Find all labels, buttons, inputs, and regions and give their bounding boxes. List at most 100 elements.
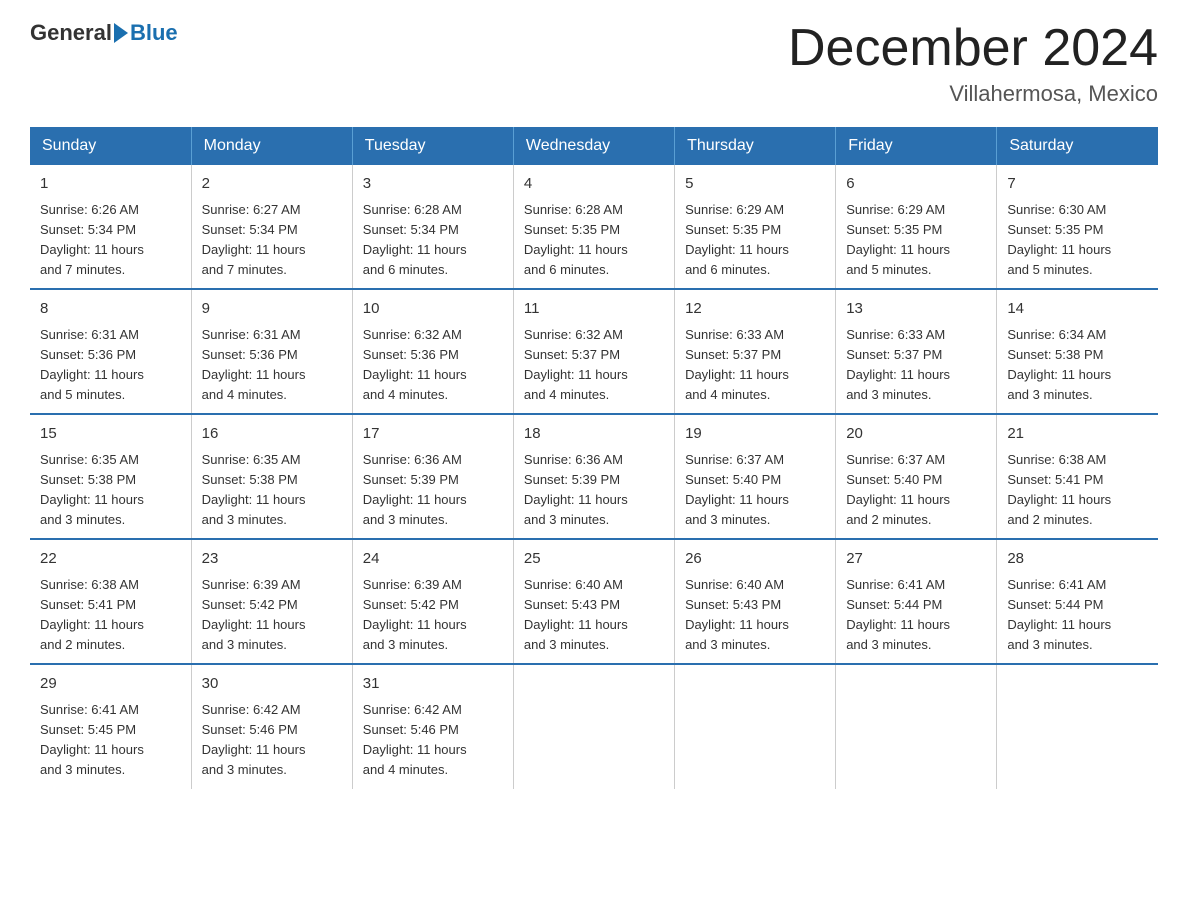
calendar-cell: 1 Sunrise: 6:26 AMSunset: 5:34 PMDaylight… — [30, 165, 191, 289]
week-row-3: 15Sunrise: 6:35 AMSunset: 5:38 PMDayligh… — [30, 414, 1158, 539]
calendar-cell: 28 Sunrise: 6:41 AMSunset: 5:44 PMDayligh… — [997, 539, 1158, 664]
day-number: 2 — [202, 173, 342, 196]
day-info: Sunrise: 6:35 AMSunset: 5:38 PMDaylight:… — [40, 450, 181, 531]
day-info: Sunrise: 6:33 AMSunset: 5:37 PMDaylight:… — [846, 325, 986, 406]
calendar-cell: 27 Sunrise: 6:41 AMSunset: 5:44 PMDayligh… — [836, 539, 997, 664]
calendar-body: 1 Sunrise: 6:26 AMSunset: 5:34 PMDaylight… — [30, 165, 1158, 788]
day-info: Sunrise: 6:29 AMSunset: 5:35 PMDaylight:… — [846, 200, 986, 281]
header-thursday: Thursday — [675, 127, 836, 165]
header-saturday: Saturday — [997, 127, 1158, 165]
header-row: SundayMondayTuesdayWednesdayThursdayFrid… — [30, 127, 1158, 165]
calendar-header: SundayMondayTuesdayWednesdayThursdayFrid… — [30, 127, 1158, 165]
week-row-2: 8Sunrise: 6:31 AMSunset: 5:36 PMDaylight… — [30, 289, 1158, 414]
calendar-cell: 12 Sunrise: 6:33 AMSunset: 5:37 PMDayligh… — [675, 289, 836, 414]
header-friday: Friday — [836, 127, 997, 165]
calendar-cell: 10 Sunrise: 6:32 AMSunset: 5:36 PMDayligh… — [352, 289, 513, 414]
calendar-cell: 16Sunrise: 6:35 AMSunset: 5:38 PMDayligh… — [191, 414, 352, 539]
calendar-cell: 26 Sunrise: 6:40 AMSunset: 5:43 PMDayligh… — [675, 539, 836, 664]
calendar-cell: 22 Sunrise: 6:38 AMSunset: 5:41 PMDayligh… — [30, 539, 191, 664]
day-info: Sunrise: 6:28 AMSunset: 5:34 PMDaylight:… — [363, 200, 503, 281]
day-number: 26 — [685, 548, 825, 571]
day-info: Sunrise: 6:33 AMSunset: 5:37 PMDaylight:… — [685, 325, 825, 406]
page-header: General Blue December 2024 Villahermosa,… — [30, 20, 1158, 107]
day-number: 12 — [685, 298, 825, 321]
month-title: December 2024 — [788, 20, 1158, 77]
day-info: Sunrise: 6:37 AMSunset: 5:40 PMDaylight:… — [685, 450, 825, 531]
day-number: 23 — [202, 548, 342, 571]
calendar-cell — [513, 664, 674, 788]
day-info: Sunrise: 6:30 AMSunset: 5:35 PMDaylight:… — [1007, 200, 1148, 281]
week-row-5: 29 Sunrise: 6:41 AMSunset: 5:45 PMDayligh… — [30, 664, 1158, 788]
day-number: 7 — [1007, 173, 1148, 196]
day-number: 22 — [40, 548, 181, 571]
day-info: Sunrise: 6:38 AMSunset: 5:41 PMDaylight:… — [1007, 450, 1148, 531]
day-number: 10 — [363, 298, 503, 321]
day-info: Sunrise: 6:38 AMSunset: 5:41 PMDaylight:… — [40, 575, 181, 656]
calendar-cell — [997, 664, 1158, 788]
day-number: 1 — [40, 173, 181, 196]
day-number: 18 — [524, 423, 664, 446]
day-number: 29 — [40, 673, 181, 696]
location: Villahermosa, Mexico — [788, 81, 1158, 107]
day-number: 20 — [846, 423, 986, 446]
day-number: 28 — [1007, 548, 1148, 571]
calendar-cell: 30 Sunrise: 6:42 AMSunset: 5:46 PMDayligh… — [191, 664, 352, 788]
day-number: 13 — [846, 298, 986, 321]
calendar-cell: 23Sunrise: 6:39 AMSunset: 5:42 PMDayligh… — [191, 539, 352, 664]
calendar-cell — [675, 664, 836, 788]
calendar-cell: 29 Sunrise: 6:41 AMSunset: 5:45 PMDayligh… — [30, 664, 191, 788]
calendar-cell: 20 Sunrise: 6:37 AMSunset: 5:40 PMDayligh… — [836, 414, 997, 539]
day-info: Sunrise: 6:41 AMSunset: 5:45 PMDaylight:… — [40, 700, 181, 781]
calendar-cell: 18 Sunrise: 6:36 AMSunset: 5:39 PMDayligh… — [513, 414, 674, 539]
calendar-cell: 15Sunrise: 6:35 AMSunset: 5:38 PMDayligh… — [30, 414, 191, 539]
day-number: 27 — [846, 548, 986, 571]
day-number: 21 — [1007, 423, 1148, 446]
header-wednesday: Wednesday — [513, 127, 674, 165]
day-info: Sunrise: 6:32 AMSunset: 5:36 PMDaylight:… — [363, 325, 503, 406]
day-info: Sunrise: 6:41 AMSunset: 5:44 PMDaylight:… — [1007, 575, 1148, 656]
calendar-cell: 6 Sunrise: 6:29 AMSunset: 5:35 PMDaylight… — [836, 165, 997, 289]
day-info: Sunrise: 6:27 AMSunset: 5:34 PMDaylight:… — [202, 200, 342, 281]
day-number: 19 — [685, 423, 825, 446]
header-tuesday: Tuesday — [352, 127, 513, 165]
calendar-cell: 25Sunrise: 6:40 AMSunset: 5:43 PMDayligh… — [513, 539, 674, 664]
calendar-cell: 5Sunrise: 6:29 AMSunset: 5:35 PMDaylight… — [675, 165, 836, 289]
day-info: Sunrise: 6:35 AMSunset: 5:38 PMDaylight:… — [202, 450, 342, 531]
day-number: 24 — [363, 548, 503, 571]
week-row-4: 22 Sunrise: 6:38 AMSunset: 5:41 PMDayligh… — [30, 539, 1158, 664]
title-section: December 2024 Villahermosa, Mexico — [788, 20, 1158, 107]
calendar-cell: 14Sunrise: 6:34 AMSunset: 5:38 PMDayligh… — [997, 289, 1158, 414]
day-number: 3 — [363, 173, 503, 196]
calendar-cell: 21 Sunrise: 6:38 AMSunset: 5:41 PMDayligh… — [997, 414, 1158, 539]
calendar-cell: 4 Sunrise: 6:28 AMSunset: 5:35 PMDaylight… — [513, 165, 674, 289]
day-info: Sunrise: 6:34 AMSunset: 5:38 PMDaylight:… — [1007, 325, 1148, 406]
day-number: 17 — [363, 423, 503, 446]
day-number: 11 — [524, 298, 664, 321]
calendar-cell: 13 Sunrise: 6:33 AMSunset: 5:37 PMDayligh… — [836, 289, 997, 414]
header-monday: Monday — [191, 127, 352, 165]
day-info: Sunrise: 6:42 AMSunset: 5:46 PMDaylight:… — [202, 700, 342, 781]
logo-arrow-icon — [114, 23, 128, 43]
calendar-cell: 11 Sunrise: 6:32 AMSunset: 5:37 PMDayligh… — [513, 289, 674, 414]
logo-general-text: General — [30, 20, 112, 46]
day-number: 31 — [363, 673, 503, 696]
day-info: Sunrise: 6:26 AMSunset: 5:34 PMDaylight:… — [40, 200, 181, 281]
day-info: Sunrise: 6:42 AMSunset: 5:46 PMDaylight:… — [363, 700, 503, 781]
day-number: 25 — [524, 548, 664, 571]
day-info: Sunrise: 6:36 AMSunset: 5:39 PMDaylight:… — [363, 450, 503, 531]
day-info: Sunrise: 6:41 AMSunset: 5:44 PMDaylight:… — [846, 575, 986, 656]
calendar-table: SundayMondayTuesdayWednesdayThursdayFrid… — [30, 127, 1158, 788]
day-info: Sunrise: 6:32 AMSunset: 5:37 PMDaylight:… — [524, 325, 664, 406]
day-info: Sunrise: 6:36 AMSunset: 5:39 PMDaylight:… — [524, 450, 664, 531]
day-info: Sunrise: 6:28 AMSunset: 5:35 PMDaylight:… — [524, 200, 664, 281]
day-info: Sunrise: 6:39 AMSunset: 5:42 PMDaylight:… — [363, 575, 503, 656]
day-number: 4 — [524, 173, 664, 196]
day-number: 30 — [202, 673, 342, 696]
week-row-1: 1 Sunrise: 6:26 AMSunset: 5:34 PMDaylight… — [30, 165, 1158, 289]
calendar-cell: 2 Sunrise: 6:27 AMSunset: 5:34 PMDaylight… — [191, 165, 352, 289]
day-info: Sunrise: 6:37 AMSunset: 5:40 PMDaylight:… — [846, 450, 986, 531]
day-number: 6 — [846, 173, 986, 196]
day-info: Sunrise: 6:40 AMSunset: 5:43 PMDaylight:… — [685, 575, 825, 656]
calendar-cell: 8Sunrise: 6:31 AMSunset: 5:36 PMDaylight… — [30, 289, 191, 414]
day-info: Sunrise: 6:31 AMSunset: 5:36 PMDaylight:… — [40, 325, 181, 406]
